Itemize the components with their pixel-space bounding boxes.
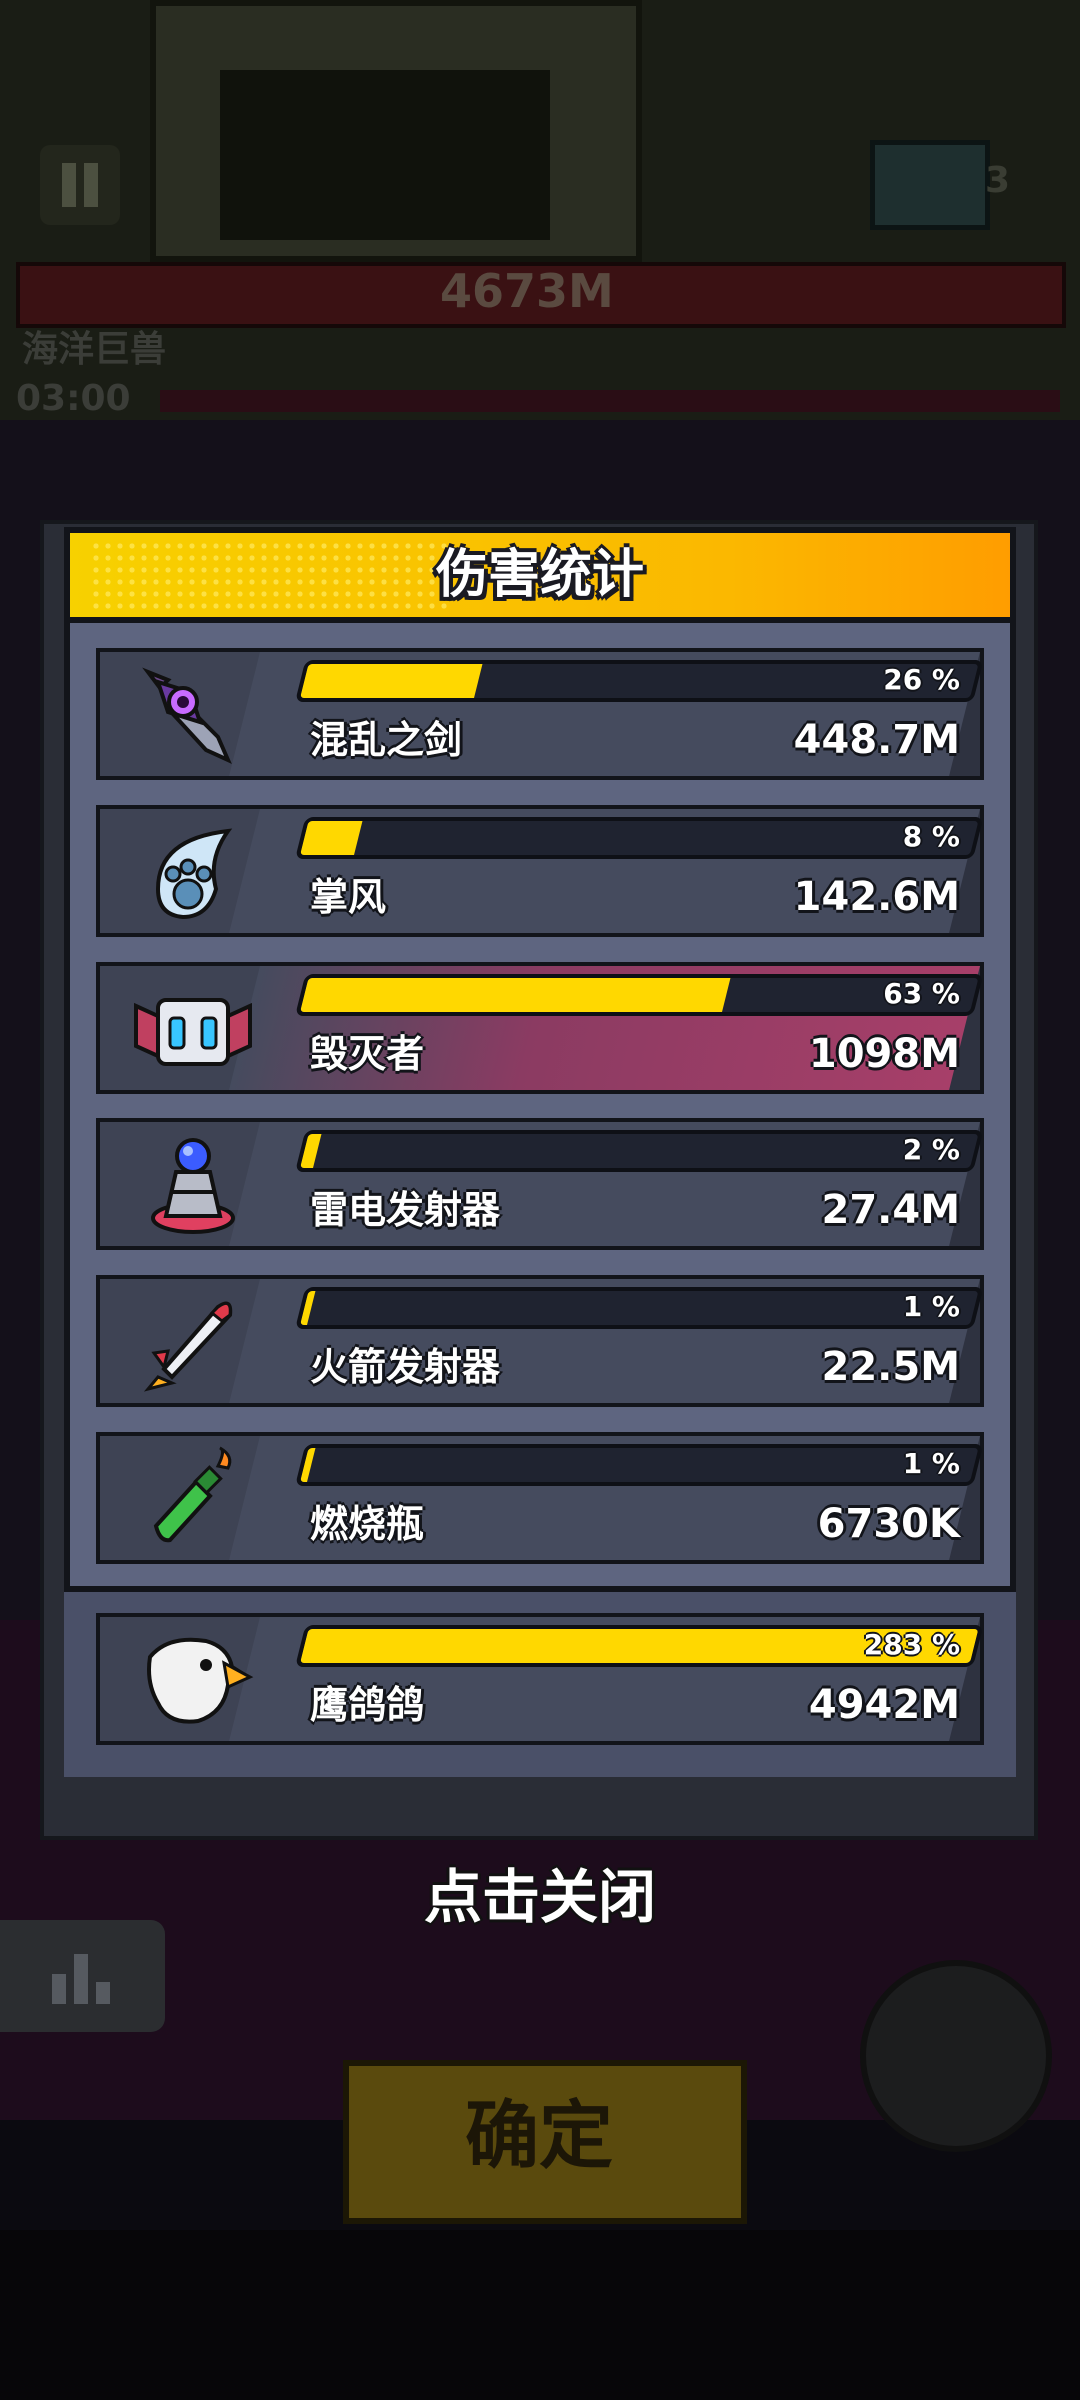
bottom-bar: [0, 2230, 1080, 2400]
bar-chart-icon: [52, 1954, 110, 2004]
confirm-button-label: 确定: [465, 2093, 613, 2179]
damage-value: 142.6M: [793, 874, 960, 920]
skill-name: 雷电发射器: [310, 1188, 501, 1232]
damage-row: 63 % 毁灭者 1098M: [96, 962, 984, 1094]
damage-progress-bar: [295, 1444, 984, 1486]
chaos-sword-icon: [142, 667, 232, 764]
damage-value: 27.4M: [821, 1187, 961, 1233]
damage-value: 6730K: [817, 1501, 960, 1547]
skill-name: 混乱之剑: [310, 718, 463, 762]
damage-percent: 283 %: [863, 1628, 960, 1661]
damage-progress-bar: [295, 1130, 984, 1172]
skill-name: 掌风: [310, 875, 387, 919]
boss-name: 海洋巨兽: [22, 329, 167, 370]
chest-icon[interactable]: [870, 140, 990, 230]
damage-percent: 2 %: [902, 1133, 960, 1166]
damage-percent: 8 %: [902, 820, 960, 853]
destroyer-robot-icon: [134, 998, 252, 1066]
battle-timer: 03:00: [16, 378, 131, 419]
skill-name: 毁灭者: [310, 1032, 425, 1076]
damage-value: 1098M: [808, 1031, 960, 1077]
chest-count: 3: [985, 160, 1011, 201]
damage-value: 448.7M: [793, 717, 960, 763]
rocket-launcher-icon: [143, 1301, 233, 1392]
damage-row: 2 % 雷电发射器 27.4M: [96, 1118, 984, 1250]
damage-row: 1 % 火箭发射器 22.5M: [96, 1275, 984, 1407]
skill-name: 燃烧瓶: [310, 1502, 425, 1546]
damage-percent: 63 %: [883, 977, 960, 1010]
boss-hp-text: 4673M: [440, 264, 614, 318]
pet-name: 鹰鸽鸽: [310, 1683, 425, 1727]
damage-value: 22.5M: [821, 1344, 961, 1390]
thunder-launcher-icon: [151, 1138, 235, 1234]
damage-progress-bar: [295, 660, 984, 702]
damage-row: 1 % 燃烧瓶 6730K: [96, 1432, 984, 1564]
tap-to-close-hint[interactable]: 点击关闭: [0, 1850, 1080, 1934]
paw-wind-icon: [155, 828, 233, 920]
pause-button[interactable]: [40, 145, 120, 225]
damage-progress-bar: [295, 817, 984, 859]
stats-button[interactable]: [0, 1920, 165, 2032]
wave-progress-bar: [160, 390, 1060, 412]
damage-row: 8 % 掌风 142.6M: [96, 805, 984, 937]
molotov-bottle-icon: [153, 1446, 232, 1543]
damage-percent: 1 %: [902, 1447, 960, 1480]
skill-name: 火箭发射器: [310, 1345, 501, 1389]
damage-progress-bar: [295, 1287, 984, 1329]
pet-damage-row: 283 % 鹰鸽鸽 4942M: [96, 1613, 984, 1745]
dialog-title: 伤害统计: [435, 545, 644, 605]
fortress-gate: [220, 70, 550, 240]
eagle-pet-icon: [147, 1637, 254, 1724]
damage-percent: 1 %: [902, 1290, 960, 1323]
damage-progress-bar: [295, 974, 984, 1016]
yin-yang-skill-button[interactable]: [860, 1960, 1052, 2152]
damage-percent: 26 %: [883, 663, 960, 696]
damage-value: 4942M: [808, 1682, 960, 1728]
damage-row: 26 % 混乱之剑 448.7M: [96, 648, 984, 780]
